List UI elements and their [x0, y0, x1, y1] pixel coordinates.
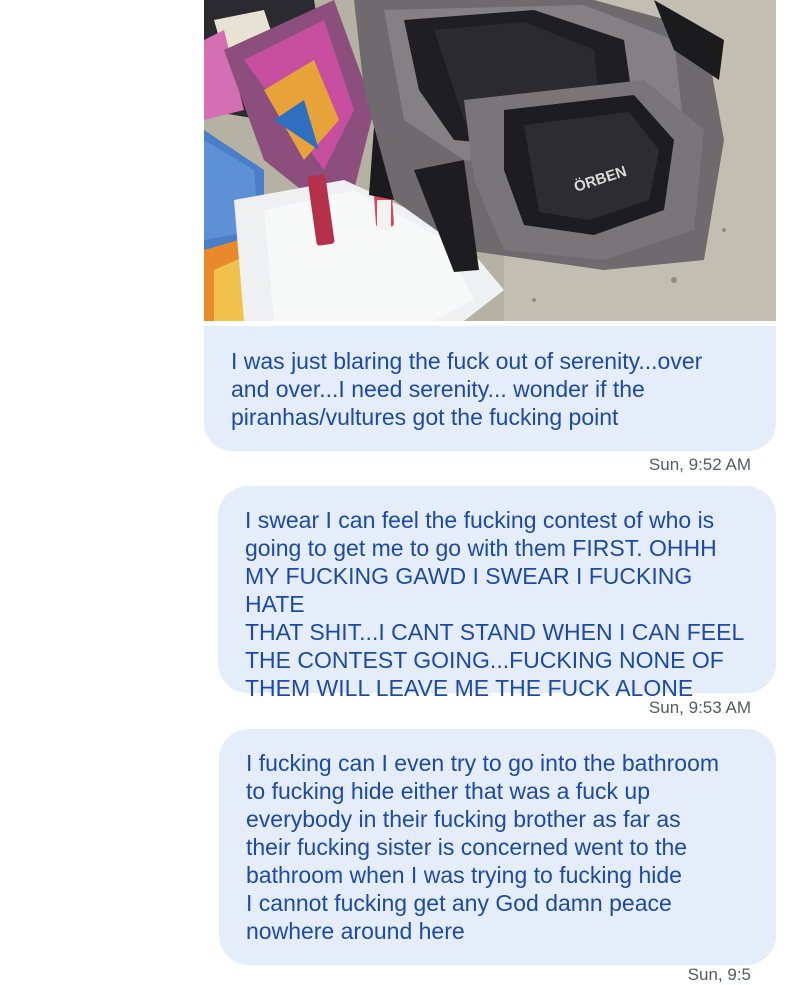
message-timestamp: Sun, 9:5	[687, 965, 751, 984]
message-bubble[interactable]: I fucking can I even try to go into the …	[219, 729, 776, 965]
photo-message[interactable]: ÖRBEN	[204, 0, 776, 321]
message-bubble[interactable]: I swear I can feel the fucking contest o…	[218, 486, 776, 701]
photo-image: ÖRBEN	[204, 0, 776, 321]
message-timestamp: Sun, 9:53 AM	[648, 698, 751, 717]
message-timestamp: Sun, 9:52 AM	[648, 455, 751, 474]
message-bubble[interactable]: I was just blaring the fuck out of seren…	[204, 326, 776, 451]
